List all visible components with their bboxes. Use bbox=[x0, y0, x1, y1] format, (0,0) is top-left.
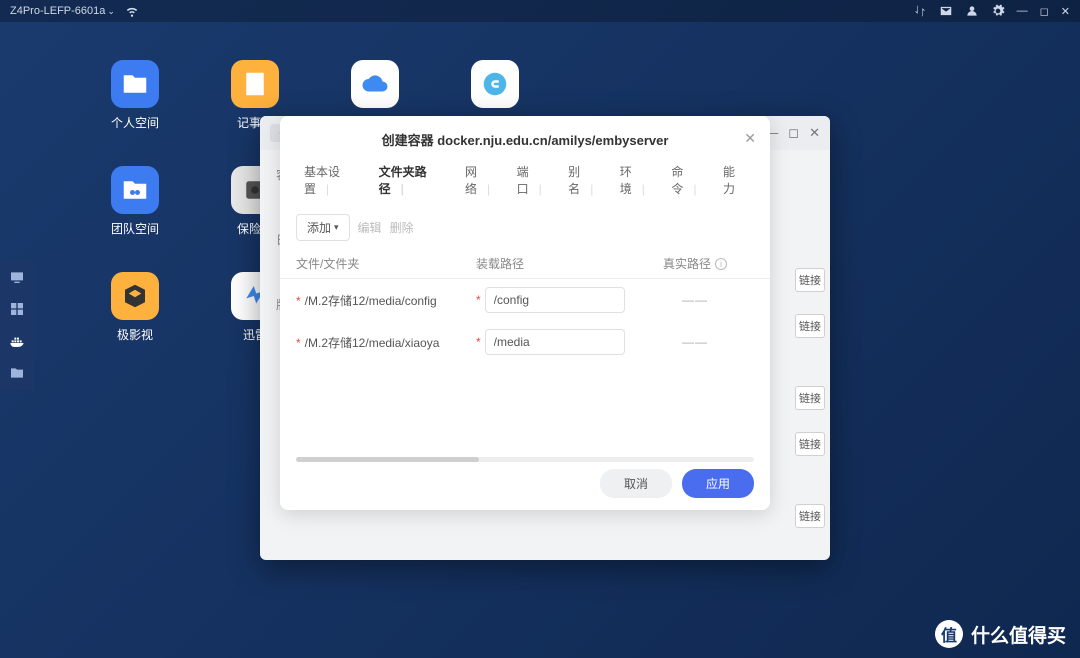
app-team-space[interactable]: 团队空间 bbox=[75, 166, 195, 272]
wifi-icon bbox=[125, 4, 139, 18]
topbar: Z4Pro-LEFP-6601a⌄ — ◻ ✕ bbox=[0, 0, 1080, 22]
tab-network[interactable]: 网络 bbox=[457, 159, 509, 201]
mail-icon[interactable] bbox=[939, 4, 953, 18]
user-icon[interactable] bbox=[965, 4, 979, 18]
win-close-icon[interactable]: ✕ bbox=[809, 125, 820, 141]
win-min-icon[interactable]: — bbox=[1017, 5, 1028, 17]
watermark: 值 什么值得买 bbox=[935, 620, 1066, 648]
tab-alias[interactable]: 别名 bbox=[560, 159, 612, 201]
mount-input[interactable] bbox=[485, 329, 625, 355]
app-video[interactable]: 极影视 bbox=[75, 272, 195, 378]
table-row[interactable]: */M.2存储12/media/xiaoya * —— bbox=[280, 321, 770, 363]
dock-docker-icon[interactable] bbox=[8, 332, 26, 350]
tab-env[interactable]: 环境 bbox=[612, 159, 664, 201]
link-button[interactable]: 链接 bbox=[795, 268, 825, 292]
docker-window: ‹ › docker — ◻ ✕ 容器 日 版本 链接 链接 链接 链接 链接 … bbox=[260, 116, 830, 560]
host-label[interactable]: Z4Pro-LEFP-6601a⌄ bbox=[10, 5, 115, 17]
cancel-button[interactable]: 取消 bbox=[600, 469, 672, 498]
tab-cap[interactable]: 能力 bbox=[715, 159, 754, 201]
tab-cmd[interactable]: 命令 bbox=[663, 159, 715, 201]
link-button[interactable]: 链接 bbox=[795, 432, 825, 456]
close-icon[interactable]: ✕ bbox=[744, 130, 756, 147]
mount-input[interactable] bbox=[485, 287, 625, 313]
table-header: 文件/文件夹 装载路径 真实路径i bbox=[280, 249, 770, 279]
transfer-icon[interactable] bbox=[913, 4, 927, 18]
watermark-icon: 值 bbox=[935, 620, 963, 648]
tab-basic[interactable]: 基本设置 bbox=[296, 159, 371, 201]
modal-title: 创建容器 docker.nju.edu.cn/amilys/embyserver bbox=[296, 130, 754, 149]
add-button[interactable]: 添加▾ bbox=[296, 214, 350, 241]
info-icon[interactable]: i bbox=[715, 258, 727, 270]
win-max-icon[interactable]: ◻ bbox=[788, 125, 799, 141]
win-max-icon[interactable]: ◻ bbox=[1040, 5, 1049, 18]
link-button[interactable]: 链接 bbox=[795, 504, 825, 528]
dock-files-icon[interactable] bbox=[8, 364, 26, 382]
link-button[interactable]: 链接 bbox=[795, 386, 825, 410]
tab-ports[interactable]: 端口 bbox=[509, 159, 561, 201]
scrollbar[interactable] bbox=[296, 457, 754, 462]
table-row[interactable]: */M.2存储12/media/config * —— bbox=[280, 279, 770, 321]
win-close-icon[interactable]: ✕ bbox=[1061, 5, 1070, 18]
link-button[interactable]: 链接 bbox=[795, 314, 825, 338]
apply-button[interactable]: 应用 bbox=[682, 469, 754, 498]
edit-button[interactable]: 编辑 bbox=[358, 219, 382, 236]
tab-volumes[interactable]: 文件夹路径 bbox=[371, 159, 457, 201]
dock-desktop-icon[interactable] bbox=[8, 268, 26, 286]
modal-tabs: 基本设置 文件夹路径 网络 端口 别名 环境 命令 能力 bbox=[280, 159, 770, 202]
delete-button[interactable]: 删除 bbox=[390, 219, 414, 236]
app-personal-space[interactable]: 个人空间 bbox=[75, 60, 195, 166]
dock-apps-icon[interactable] bbox=[8, 300, 26, 318]
dock bbox=[0, 260, 34, 390]
gear-icon[interactable] bbox=[991, 4, 1005, 18]
create-container-modal: 创建容器 docker.nju.edu.cn/amilys/embyserver… bbox=[280, 116, 770, 510]
